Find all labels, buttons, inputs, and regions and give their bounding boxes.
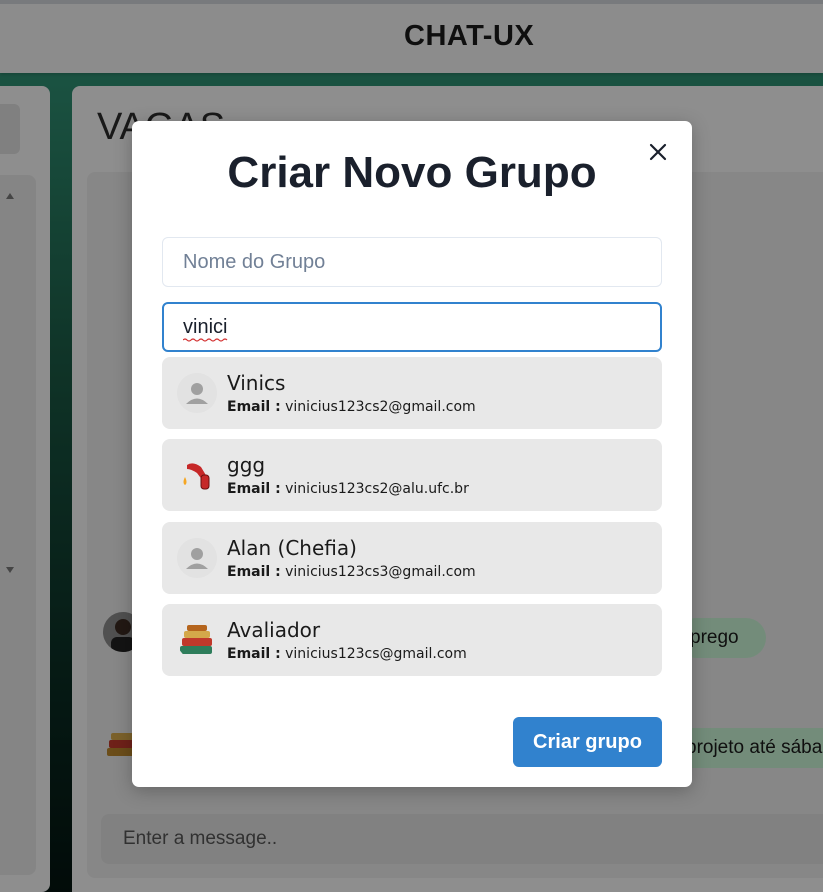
spellcheck-underline	[183, 338, 228, 342]
fuel-pump-icon	[177, 455, 217, 495]
user-email: Email : vinicius123cs2@alu.ufc.br	[227, 481, 469, 497]
user-email: Email : vinicius123cs2@gmail.com	[227, 399, 476, 415]
user-search-input[interactable]	[162, 302, 662, 352]
user-email: Email : vinicius123cs3@gmail.com	[227, 564, 476, 580]
user-name: Avaliador	[227, 618, 321, 642]
close-button[interactable]	[644, 138, 672, 166]
user-name: Alan (Chefia)	[227, 536, 357, 560]
close-icon	[649, 143, 667, 161]
user-search-wrapper	[162, 302, 662, 352]
books-icon	[177, 620, 217, 660]
create-group-modal: Criar Novo Grupo Vinics Email : vinicius…	[132, 121, 692, 787]
user-result-item[interactable]: Alan (Chefia) Email : vinicius123cs3@gma…	[162, 522, 662, 594]
user-name: ggg	[227, 453, 266, 477]
modal-title: Criar Novo Grupo	[227, 148, 597, 197]
user-result-item[interactable]: ggg Email : vinicius123cs2@alu.ufc.br	[162, 439, 662, 511]
user-result-item[interactable]: Vinics Email : vinicius123cs2@gmail.com	[162, 357, 662, 429]
user-result-item[interactable]: Avaliador Email : vinicius123cs@gmail.co…	[162, 604, 662, 676]
group-name-input[interactable]	[162, 237, 662, 287]
default-user-icon	[177, 373, 217, 413]
user-name: Vinics	[227, 371, 286, 395]
create-group-button[interactable]: Criar grupo	[513, 717, 662, 767]
default-user-icon	[177, 538, 217, 578]
user-email: Email : vinicius123cs@gmail.com	[227, 646, 467, 662]
